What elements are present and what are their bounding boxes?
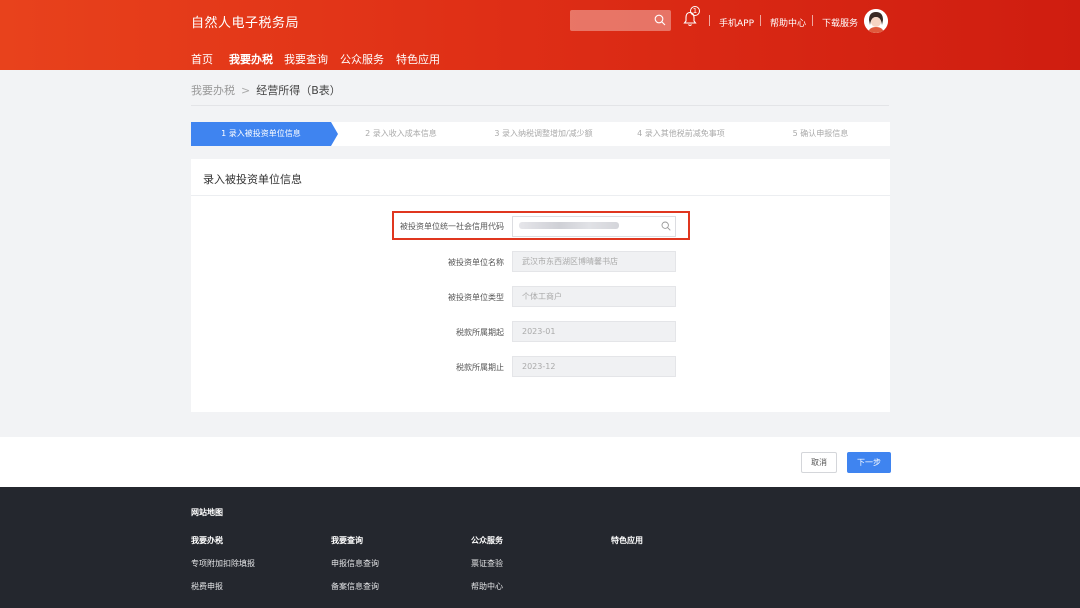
breadcrumb: 我要办税 > 经营所得（B表） — [191, 82, 341, 98]
unit-type-label: 被投资单位类型 — [448, 293, 504, 302]
footer-link[interactable]: 申报信息查询 — [331, 558, 379, 569]
unit-name-field: 武汉市东西湖区博晴馨书店 — [512, 251, 676, 272]
section-title: 录入被投资单位信息 — [203, 173, 302, 186]
cancel-button[interactable]: 取消 — [801, 452, 837, 473]
step-3: 3 录入纳税调整增加/减少额 — [494, 129, 593, 138]
breadcrumb-parent[interactable]: 我要办税 — [191, 84, 235, 97]
footer-link[interactable]: 备案信息查询 — [331, 581, 379, 592]
nav-home[interactable]: 首页 — [191, 51, 213, 67]
period-end-label: 税款所属期止 — [456, 363, 504, 372]
period-start-field: 2023-01 — [512, 321, 676, 342]
breadcrumb-divider — [191, 105, 889, 106]
step-1: 1 录入被投资单位信息 — [221, 129, 301, 138]
highlight-annotation — [392, 211, 690, 240]
avatar-icon — [864, 9, 888, 33]
footer-col-tax[interactable]: 我要办税 — [191, 535, 223, 546]
footer-col-featured[interactable]: 特色应用 — [611, 535, 643, 546]
unit-type-field: 个体工商户 — [512, 286, 676, 307]
action-bar: 取消 下一步 — [0, 437, 1080, 487]
step-4: 4 录入其他税前减免事项 — [637, 129, 725, 138]
mobile-app-link[interactable]: 手机APP — [719, 16, 754, 29]
search-input[interactable] — [570, 10, 671, 31]
footer: 网站地图 我要办税 专项附加扣除填报 税费申报 我要查询 申报信息查询 备案信息… — [0, 487, 1080, 608]
step-5: 5 确认申报信息 — [792, 129, 849, 138]
unit-name-label: 被投资单位名称 — [448, 258, 504, 267]
nav-featured-apps[interactable]: 特色应用 — [396, 51, 440, 67]
footer-link[interactable]: 税费申报 — [191, 581, 223, 592]
breadcrumb-separator: > — [241, 84, 251, 97]
nav-public-service[interactable]: 公众服务 — [340, 51, 384, 67]
top-header: 自然人电子税务局 1 手机APP 帮助中心 下载服务 首页 我要办税 我要查询 … — [0, 0, 1080, 70]
next-step-button[interactable]: 下一步 — [847, 452, 891, 473]
footer-link[interactable]: 专项附加扣除填报 — [191, 558, 255, 569]
help-center-link[interactable]: 帮助中心 — [770, 16, 806, 29]
step-progress-bar: 1 录入被投资单位信息 2 录入收入成本信息 3 录入纳税调整增加/减少额 4 … — [191, 122, 890, 146]
header-divider — [760, 15, 761, 26]
footer-link[interactable]: 帮助中心 — [471, 581, 503, 592]
step-2: 2 录入收入成本信息 — [365, 129, 437, 138]
nav-tax-handling[interactable]: 我要办税 — [229, 51, 273, 67]
sitemap-title: 网站地图 — [191, 508, 223, 517]
breadcrumb-current: 经营所得（B表） — [256, 84, 341, 97]
search-icon[interactable] — [654, 14, 666, 26]
site-title[interactable]: 自然人电子税务局 — [191, 12, 299, 31]
period-end-field: 2023-12 — [512, 356, 676, 377]
header-divider — [709, 15, 710, 26]
header-divider — [812, 15, 813, 26]
nav-query[interactable]: 我要查询 — [284, 51, 328, 67]
footer-col-public[interactable]: 公众服务 — [471, 535, 503, 546]
period-start-label: 税款所属期起 — [456, 328, 504, 337]
footer-link[interactable]: 票证查验 — [471, 558, 503, 569]
footer-col-query[interactable]: 我要查询 — [331, 535, 363, 546]
user-avatar[interactable] — [864, 9, 888, 33]
section-divider — [191, 195, 890, 196]
download-service-link[interactable]: 下载服务 — [822, 16, 858, 29]
notification-badge: 1 — [690, 6, 700, 16]
